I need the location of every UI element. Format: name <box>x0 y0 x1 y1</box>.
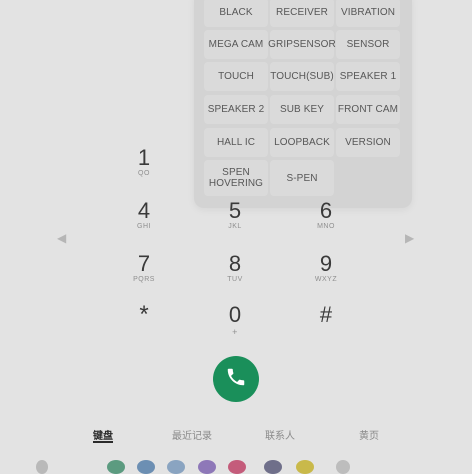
mega-cam-test-button[interactable]: MEGA CAM <box>204 30 268 59</box>
speaker-1-test-button[interactable]: SPEAKER 1 <box>336 62 400 91</box>
dial-key-letters: GHI <box>137 223 151 230</box>
s-pen-test-button[interactable]: S-PEN <box>270 160 334 196</box>
dial-key-9[interactable]: 9 WXYZ <box>296 252 356 294</box>
chevron-left-icon[interactable]: ◀ <box>57 231 66 245</box>
dial-key-hash[interactable]: # <box>296 303 356 345</box>
dock-app-icon[interactable] <box>137 460 155 474</box>
phone-icon <box>225 366 247 393</box>
dial-key-0[interactable]: 0 + <box>205 303 265 345</box>
dial-key-letters: PQRS <box>133 276 155 283</box>
dial-key-letters: MNO <box>317 223 335 230</box>
dock-app-icon[interactable] <box>296 460 314 474</box>
loopback-test-button[interactable]: LOOPBACK <box>270 128 334 157</box>
speaker-2-test-button[interactable]: SPEAKER 2 <box>204 95 268 124</box>
call-button[interactable] <box>213 356 259 402</box>
dial-key-7[interactable]: 7 PQRS <box>114 252 174 294</box>
dial-key-6[interactable]: 6 MNO <box>296 199 356 241</box>
vibration-test-button[interactable]: VIBRATION <box>336 0 400 27</box>
dial-key-digit: 1 <box>137 145 151 170</box>
gripsensor-test-button[interactable]: GRIPSENSOR <box>268 30 336 59</box>
dock-app-icon[interactable] <box>167 460 185 474</box>
dial-key-digit: # <box>319 302 333 327</box>
black-test-button[interactable]: BLACK <box>204 0 268 27</box>
dock-app-icon[interactable] <box>264 460 282 474</box>
dial-key-star[interactable]: * <box>114 303 174 345</box>
dock-app-icon[interactable] <box>107 460 125 474</box>
sensor-test-button[interactable]: SENSOR <box>336 30 400 59</box>
front-cam-test-button[interactable]: FRONT CAM <box>336 95 400 124</box>
dial-key-letters: WXYZ <box>314 276 338 283</box>
dial-key-letters: QO <box>138 170 150 177</box>
dial-key-digit: 7 <box>137 251 151 276</box>
dock-app-icon[interactable] <box>336 460 350 474</box>
dial-key-digit: 4 <box>137 198 151 223</box>
spen-hovering-test-button[interactable]: SPEN HOVERING <box>204 160 268 196</box>
tab-recents[interactable]: 最近记录 <box>172 427 212 442</box>
tab-keypad[interactable]: 键盘 <box>93 427 113 442</box>
sub-key-test-button[interactable]: SUB KEY <box>270 95 334 124</box>
dial-key-letters: JKL <box>228 223 242 230</box>
dial-key-letters: TUV <box>227 276 243 283</box>
test-menu-panel: BLACK RECEIVER VIBRATION MEGA CAM GRIPSE… <box>194 0 412 208</box>
dial-key-digit: 6 <box>319 198 333 223</box>
hall-ic-test-button[interactable]: HALL IC <box>204 128 268 157</box>
touch-test-button[interactable]: TOUCH <box>204 62 268 91</box>
dial-key-digit: * <box>139 301 149 328</box>
dial-key-1[interactable]: 1 QO <box>114 146 174 188</box>
dial-key-8[interactable]: 8 TUV <box>205 252 265 294</box>
dial-key-4[interactable]: 4 GHI <box>114 199 174 241</box>
dial-key-digit: 0 <box>228 302 242 327</box>
receiver-test-button[interactable]: RECEIVER <box>270 0 334 27</box>
version-test-button[interactable]: VERSION <box>336 128 400 157</box>
dock-menu-icon[interactable] <box>36 460 48 474</box>
dial-key-letters: + <box>232 327 238 337</box>
dial-key-digit: 9 <box>319 251 333 276</box>
touch-sub-test-button[interactable]: TOUCH(SUB) <box>270 62 334 91</box>
chevron-right-icon[interactable]: ▶ <box>405 231 414 245</box>
dial-key-digit: 8 <box>228 251 242 276</box>
dial-key-5[interactable]: 5 JKL <box>205 199 265 241</box>
dial-key-digit: 5 <box>228 198 242 223</box>
active-tab-indicator <box>93 441 113 443</box>
tab-contacts[interactable]: 联系人 <box>265 427 295 442</box>
tab-yellow-pages[interactable]: 黄页 <box>359 427 379 442</box>
dock-app-icon[interactable] <box>198 460 216 474</box>
dock-app-icon[interactable] <box>228 460 246 474</box>
